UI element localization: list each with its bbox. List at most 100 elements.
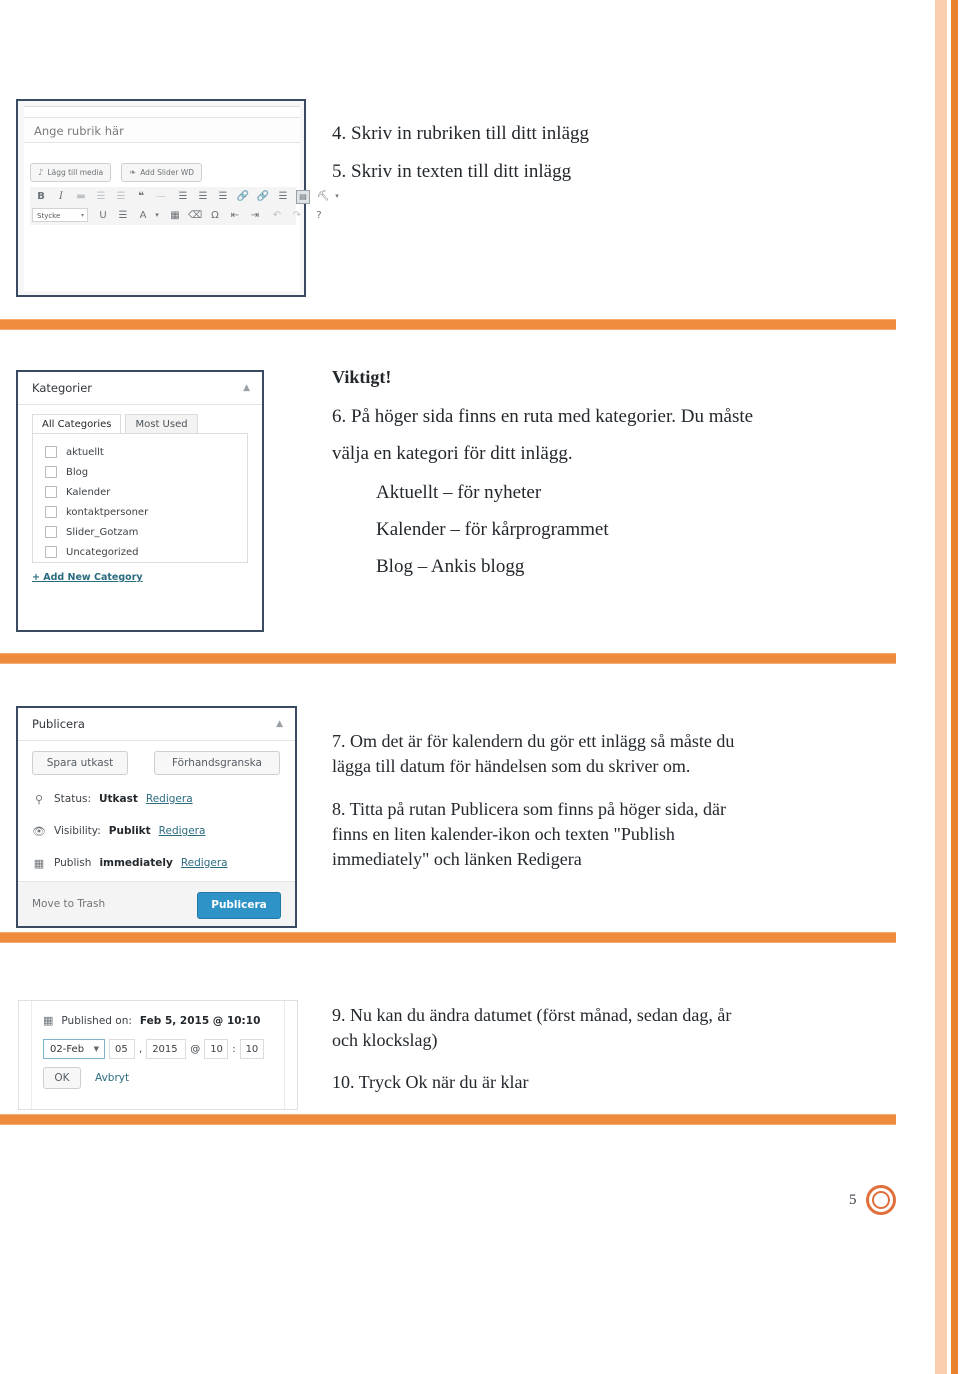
instruction-step-8-line2: finns en liten kalender-ikon och texten … xyxy=(332,824,675,844)
post-title-input[interactable]: Ange rubrik här xyxy=(24,117,300,143)
list-item[interactable]: Uncategorized xyxy=(45,542,247,562)
editor-toolbar-row-1[interactable]: B I ▬ ☰ ☰ ❝ — ☰ ☰ ☰ 🔗 🔗 ☰ ▤ ⛏ ▾ xyxy=(30,187,339,207)
redo-icon[interactable]: ↷ xyxy=(290,206,304,225)
category-checkbox[interactable] xyxy=(45,466,57,478)
align-center-icon[interactable]: ☰ xyxy=(196,187,210,206)
hour-input[interactable]: 10 xyxy=(204,1039,229,1059)
accessibility-icon[interactable]: ⛏ xyxy=(316,187,330,206)
ok-button[interactable]: OK xyxy=(43,1067,81,1089)
add-media-button[interactable]: ♪ Lägg till media xyxy=(30,163,112,182)
visibility-prefix: Visibility: xyxy=(54,825,101,837)
category-checkbox[interactable] xyxy=(45,446,57,458)
clear-formatting-icon[interactable]: ⌫ xyxy=(188,206,202,225)
read-more-icon[interactable]: ☰ xyxy=(276,187,290,206)
chevron-up-icon[interactable]: ▲ xyxy=(276,708,283,741)
slider-icon: ❧ xyxy=(129,167,137,178)
publish-schedule-row: ▦ Publish immediately Redigera xyxy=(32,852,285,874)
categories-panel-screenshot: Kategorier ▲ All Categories Most Used ak… xyxy=(16,370,264,632)
category-label: aktuellt xyxy=(66,446,104,458)
category-label: Kalender xyxy=(66,486,111,498)
bold-icon[interactable]: B xyxy=(34,187,48,206)
more-caret-icon[interactable]: ▾ xyxy=(330,187,344,206)
toggle-toolbar-icon[interactable]: ▤ xyxy=(296,190,310,204)
page-number: 5 xyxy=(849,1192,857,1208)
indent-icon[interactable]: ⇥ xyxy=(248,206,262,225)
move-to-trash-link[interactable]: Move to Trash xyxy=(32,882,105,926)
paragraph-format-select[interactable]: Stycke ▾ xyxy=(32,208,88,222)
instruction-step-4: 4. Skriv in rubriken till ditt inlägg xyxy=(332,123,590,144)
text-color-caret-icon[interactable]: ▾ xyxy=(150,206,164,225)
underline-icon[interactable]: U xyxy=(96,206,110,225)
save-draft-button[interactable]: Spara utkast xyxy=(32,751,128,775)
publish-panel-header: Publicera ▲ xyxy=(18,708,295,741)
blockquote-icon[interactable]: ❝ xyxy=(134,187,148,206)
instruction-step-5: 5. Skriv in texten till ditt inlägg xyxy=(332,161,572,182)
year-input[interactable]: 2015 xyxy=(146,1039,187,1059)
bulleted-list-icon[interactable]: ☰ xyxy=(94,187,108,206)
caret-down-icon: ▾ xyxy=(80,212,84,219)
category-checkbox[interactable] xyxy=(45,526,57,538)
categories-list: aktuellt Blog Kalender kontaktpersoner S… xyxy=(32,433,248,563)
add-new-category-link[interactable]: + Add New Category xyxy=(32,572,143,583)
editor-toolbar-row-2[interactable]: Stycke ▾ U ☰ A ▾ ▦ ⌫ Ω ⇤ ⇥ ↶ ↷ ? xyxy=(30,206,322,226)
section-divider-2 xyxy=(0,653,896,664)
pin-icon: ⚲ xyxy=(34,792,44,806)
keyboard-help-icon[interactable]: ? xyxy=(312,206,326,225)
editor-media-buttons: ♪ Lägg till media ❧ Add Slider WD xyxy=(30,163,300,183)
align-left-icon[interactable]: ☰ xyxy=(176,187,190,206)
month-select[interactable]: 02-Feb ▼ xyxy=(43,1039,105,1059)
post-content-editable[interactable] xyxy=(30,225,296,291)
add-slider-wd-button[interactable]: ❧ Add Slider WD xyxy=(121,163,203,182)
cancel-link[interactable]: Avbryt xyxy=(95,1072,129,1084)
numbered-list-icon[interactable]: ☰ xyxy=(114,187,128,206)
outdent-icon[interactable]: ⇤ xyxy=(228,206,242,225)
list-item[interactable]: Blog xyxy=(45,462,247,482)
list-item[interactable]: aktuellt xyxy=(45,442,247,462)
chevron-up-icon[interactable]: ▲ xyxy=(243,372,250,405)
publish-panel-title: Publicera xyxy=(32,717,85,731)
strikethrough-icon[interactable]: ▬ xyxy=(74,187,88,206)
visibility-edit-link[interactable]: Redigera xyxy=(159,825,206,837)
published-on-prefix: Published on: xyxy=(61,1014,132,1027)
justify-icon[interactable]: ☰ xyxy=(116,206,130,225)
category-checkbox[interactable] xyxy=(45,546,57,558)
editor-inner: Ange rubrik här ♪ Lägg till media ❧ Add … xyxy=(24,106,339,291)
category-explain-kalender: Kalender – för kårprogrammet xyxy=(376,519,609,540)
undo-icon[interactable]: ↶ xyxy=(270,206,284,225)
status-edit-link[interactable]: Redigera xyxy=(146,793,193,805)
right-edge-stripe-dark xyxy=(951,0,958,1374)
italic-icon[interactable]: I xyxy=(54,187,68,206)
paragraph-format-value: Stycke xyxy=(37,212,61,220)
publish-date-editor-screenshot: ▦ Published on: Feb 5, 2015 @ 10:10 02-F… xyxy=(18,1000,298,1110)
list-item[interactable]: Slider_Gotzam xyxy=(45,522,247,542)
text-color-icon[interactable]: A xyxy=(136,206,150,225)
right-edge-stripe-light xyxy=(935,0,947,1374)
list-item[interactable]: kontaktpersoner xyxy=(45,502,247,522)
special-character-icon[interactable]: Ω xyxy=(208,206,222,225)
insert-link-icon[interactable]: 🔗 xyxy=(236,187,250,206)
date-editor-buttons: OK Avbryt xyxy=(43,1067,129,1089)
publish-button[interactable]: Publicera xyxy=(197,892,281,919)
published-on-line: ▦ Published on: Feb 5, 2015 @ 10:10 xyxy=(43,1014,260,1027)
tab-most-used[interactable]: Most Used xyxy=(125,414,198,433)
caret-down-icon: ▼ xyxy=(93,1045,99,1053)
minute-input[interactable]: 10 xyxy=(239,1039,264,1059)
publish-action-buttons: Spara utkast Förhandsgranska xyxy=(32,751,281,775)
media-icon: ♪ xyxy=(38,167,44,178)
preview-button[interactable]: Förhandsgranska xyxy=(154,751,280,775)
calendar-icon: ▦ xyxy=(33,856,45,870)
logo-inner-ring xyxy=(872,1191,890,1209)
category-checkbox[interactable] xyxy=(45,486,57,498)
tab-all-categories[interactable]: All Categories xyxy=(32,414,122,433)
document-page: Ange rubrik här ♪ Lägg till media ❧ Add … xyxy=(0,0,960,1374)
list-item[interactable]: Kalender xyxy=(45,482,247,502)
section-divider-1 xyxy=(0,319,896,330)
paste-as-text-icon[interactable]: ▦ xyxy=(168,206,182,225)
unlink-icon[interactable]: 🔗 xyxy=(256,187,270,206)
add-media-label: Lägg till media xyxy=(47,168,104,177)
horizontal-rule-icon[interactable]: — xyxy=(154,187,168,206)
schedule-edit-link[interactable]: Redigera xyxy=(181,857,228,869)
day-input[interactable]: 05 xyxy=(109,1039,135,1059)
align-right-icon[interactable]: ☰ xyxy=(216,187,230,206)
category-checkbox[interactable] xyxy=(45,506,57,518)
